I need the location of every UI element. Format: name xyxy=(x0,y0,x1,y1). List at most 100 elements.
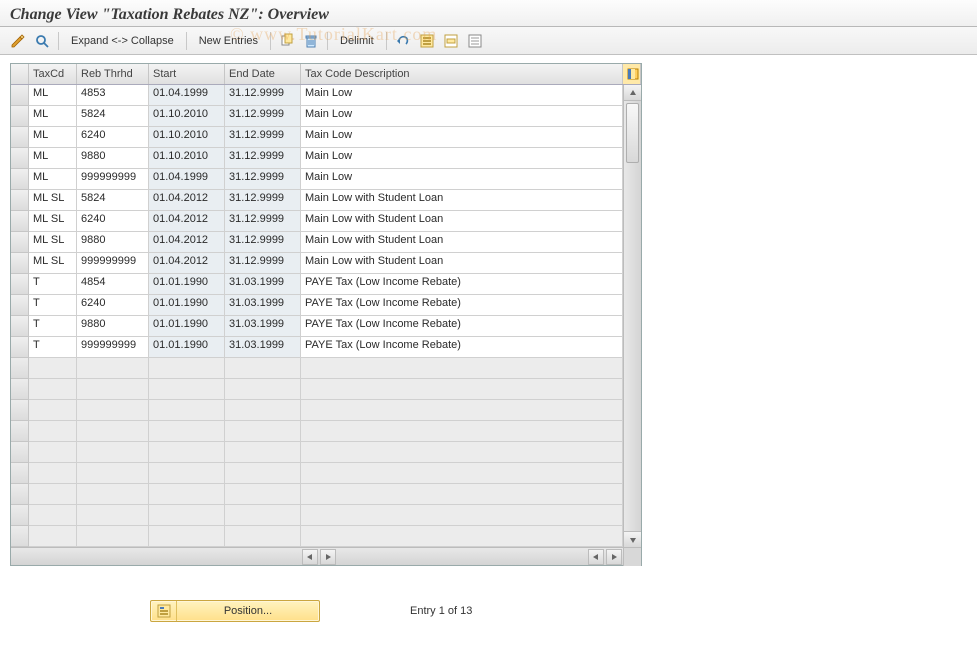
cell-taxcd[interactable] xyxy=(29,484,77,505)
configure-columns-icon[interactable] xyxy=(623,64,641,84)
cell-reb-thrhd[interactable]: 9880 xyxy=(77,232,149,253)
cell-reb-thrhd[interactable] xyxy=(77,379,149,400)
cell-reb-thrhd[interactable] xyxy=(77,526,149,547)
cell-taxcd[interactable] xyxy=(29,505,77,526)
expand-collapse-button[interactable]: Expand <-> Collapse xyxy=(65,33,180,49)
scroll-left-icon[interactable] xyxy=(302,549,318,565)
cell-description[interactable] xyxy=(301,505,623,526)
cell-reb-thrhd[interactable]: 999999999 xyxy=(77,337,149,358)
cell-description[interactable] xyxy=(301,484,623,505)
undo-change-icon[interactable] xyxy=(393,31,413,51)
row-selector[interactable] xyxy=(11,358,29,379)
copy-icon[interactable] xyxy=(277,31,297,51)
cell-reb-thrhd[interactable] xyxy=(77,484,149,505)
cell-description[interactable] xyxy=(301,379,623,400)
cell-taxcd[interactable] xyxy=(29,442,77,463)
cell-description[interactable]: Main Low xyxy=(301,106,623,127)
row-selector[interactable] xyxy=(11,127,29,148)
row-selector[interactable] xyxy=(11,211,29,232)
cell-description[interactable]: Main Low xyxy=(301,127,623,148)
select-block-icon[interactable] xyxy=(441,31,461,51)
row-selector[interactable] xyxy=(11,85,29,106)
scroll-thumb[interactable] xyxy=(626,103,639,163)
cell-description[interactable]: Main Low with Student Loan xyxy=(301,232,623,253)
cell-description[interactable] xyxy=(301,463,623,484)
row-selector[interactable] xyxy=(11,526,29,547)
cell-description[interactable]: Main Low xyxy=(301,169,623,190)
cell-reb-thrhd[interactable]: 6240 xyxy=(77,127,149,148)
cell-reb-thrhd[interactable] xyxy=(77,463,149,484)
cell-reb-thrhd[interactable]: 999999999 xyxy=(77,253,149,274)
cell-description[interactable]: PAYE Tax (Low Income Rebate) xyxy=(301,316,623,337)
cell-reb-thrhd[interactable]: 6240 xyxy=(77,295,149,316)
row-selector[interactable] xyxy=(11,169,29,190)
cell-reb-thrhd[interactable] xyxy=(77,400,149,421)
cell-reb-thrhd[interactable]: 5824 xyxy=(77,190,149,211)
cell-description[interactable]: Main Low xyxy=(301,85,623,106)
cell-description[interactable] xyxy=(301,400,623,421)
cell-taxcd[interactable]: ML xyxy=(29,127,77,148)
row-selector[interactable] xyxy=(11,400,29,421)
row-selector[interactable] xyxy=(11,337,29,358)
scroll-left-icon-2[interactable] xyxy=(588,549,604,565)
position-button[interactable]: Position... xyxy=(150,600,320,622)
cell-reb-thrhd[interactable] xyxy=(77,505,149,526)
cell-description[interactable] xyxy=(301,358,623,379)
header-description[interactable]: Tax Code Description xyxy=(301,64,623,84)
cell-description[interactable]: Main Low xyxy=(301,148,623,169)
header-selector[interactable] xyxy=(11,64,29,84)
cell-taxcd[interactable]: ML xyxy=(29,148,77,169)
cell-taxcd[interactable] xyxy=(29,379,77,400)
row-selector[interactable] xyxy=(11,190,29,211)
row-selector[interactable] xyxy=(11,232,29,253)
scroll-up-icon[interactable] xyxy=(624,85,641,101)
header-reb-thrhd[interactable]: Reb Thrhd xyxy=(77,64,149,84)
cell-description[interactable]: PAYE Tax (Low Income Rebate) xyxy=(301,337,623,358)
cell-taxcd[interactable] xyxy=(29,358,77,379)
scroll-right-icon-2[interactable] xyxy=(606,549,622,565)
cell-taxcd[interactable] xyxy=(29,526,77,547)
row-selector[interactable] xyxy=(11,505,29,526)
cell-taxcd[interactable] xyxy=(29,421,77,442)
cell-description[interactable]: PAYE Tax (Low Income Rebate) xyxy=(301,295,623,316)
cell-reb-thrhd[interactable]: 9880 xyxy=(77,316,149,337)
other-view-icon[interactable] xyxy=(32,31,52,51)
cell-taxcd[interactable]: T xyxy=(29,337,77,358)
row-selector[interactable] xyxy=(11,463,29,484)
cell-description[interactable]: Main Low with Student Loan xyxy=(301,190,623,211)
change-mode-icon[interactable] xyxy=(8,31,28,51)
cell-description[interactable]: PAYE Tax (Low Income Rebate) xyxy=(301,274,623,295)
cell-taxcd[interactable]: T xyxy=(29,316,77,337)
cell-taxcd[interactable] xyxy=(29,463,77,484)
cell-description[interactable] xyxy=(301,442,623,463)
select-all-icon[interactable] xyxy=(417,31,437,51)
row-selector[interactable] xyxy=(11,379,29,400)
cell-description[interactable]: Main Low with Student Loan xyxy=(301,253,623,274)
cell-reb-thrhd[interactable]: 4854 xyxy=(77,274,149,295)
scroll-right-icon[interactable] xyxy=(320,549,336,565)
cell-reb-thrhd[interactable]: 9880 xyxy=(77,148,149,169)
cell-reb-thrhd[interactable] xyxy=(77,421,149,442)
cell-taxcd[interactable]: ML xyxy=(29,106,77,127)
scroll-down-icon[interactable] xyxy=(624,531,641,547)
cell-taxcd[interactable]: T xyxy=(29,274,77,295)
row-selector[interactable] xyxy=(11,295,29,316)
cell-description[interactable] xyxy=(301,526,623,547)
cell-taxcd[interactable]: ML xyxy=(29,85,77,106)
cell-taxcd[interactable]: ML SL xyxy=(29,253,77,274)
cell-description[interactable] xyxy=(301,421,623,442)
header-end-date[interactable]: End Date xyxy=(225,64,301,84)
delimit-button[interactable]: Delimit xyxy=(334,33,380,49)
deselect-all-icon[interactable] xyxy=(465,31,485,51)
header-start[interactable]: Start xyxy=(149,64,225,84)
cell-taxcd[interactable]: ML SL xyxy=(29,211,77,232)
cell-taxcd[interactable]: ML SL xyxy=(29,232,77,253)
header-taxcd[interactable]: TaxCd xyxy=(29,64,77,84)
row-selector[interactable] xyxy=(11,442,29,463)
cell-reb-thrhd[interactable]: 6240 xyxy=(77,211,149,232)
row-selector[interactable] xyxy=(11,316,29,337)
cell-reb-thrhd[interactable]: 4853 xyxy=(77,85,149,106)
vertical-scrollbar[interactable] xyxy=(623,85,641,547)
delete-icon[interactable] xyxy=(301,31,321,51)
cell-reb-thrhd[interactable]: 5824 xyxy=(77,106,149,127)
